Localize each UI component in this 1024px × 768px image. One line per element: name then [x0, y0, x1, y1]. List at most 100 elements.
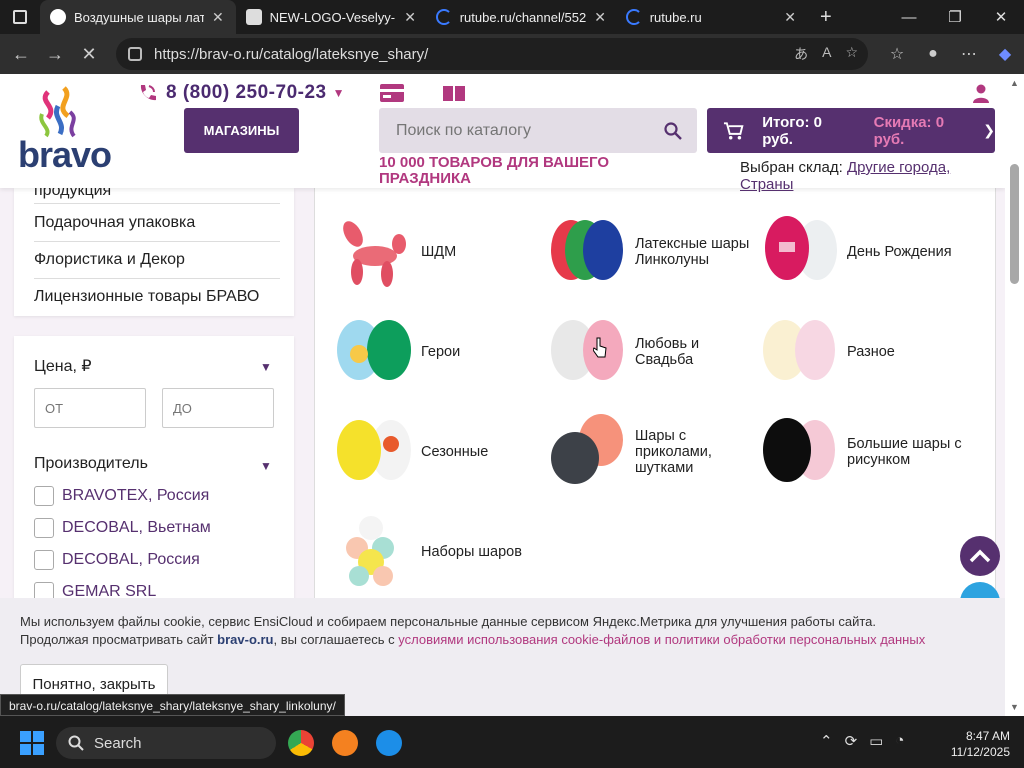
close-icon[interactable]: ✕ — [404, 9, 416, 26]
sync-icon[interactable]: ⟳ — [845, 732, 858, 750]
stop-loading-button[interactable]: ✕ — [72, 37, 106, 71]
maximize-icon[interactable]: ❐ — [932, 0, 978, 34]
close-icon[interactable]: ✕ — [594, 9, 606, 26]
sidebar-item[interactable]: Флористика и Декор — [34, 251, 280, 279]
price-filter-title[interactable]: Цена, ₽ — [34, 356, 92, 376]
loading-icon — [626, 9, 642, 25]
read-aloud-icon[interactable]: A — [822, 44, 831, 64]
scroll-down-icon[interactable]: ▼ — [1010, 702, 1019, 712]
catalog-item[interactable]: День Рождения — [761, 214, 952, 290]
tab-label: rutube.ru — [649, 9, 702, 25]
taskbar-search[interactable]: Search — [56, 727, 276, 759]
checkbox[interactable] — [34, 486, 54, 506]
minimize-icon[interactable]: — — [886, 0, 932, 34]
tab-logo[interactable]: NEW-LOGO-Veselyy-Pra ✕ — [236, 0, 426, 34]
forward-button[interactable]: → — [38, 37, 72, 71]
price-from-input[interactable] — [34, 388, 146, 428]
catalog-item[interactable]: ШДМ — [335, 214, 456, 290]
chevron-down-icon[interactable]: ▼ — [260, 360, 272, 374]
address-bar[interactable]: https://brav-o.ru/catalog/lateksnye_shar… — [116, 38, 868, 70]
card-icon[interactable] — [380, 84, 404, 102]
taskbar-clock[interactable]: 8:47 AM 11/12/2025 — [951, 728, 1010, 760]
windows-start-icon[interactable] — [20, 731, 44, 755]
close-window-icon[interactable]: ✕ — [978, 0, 1024, 34]
phone-block[interactable]: 8 (800) 250-70-23 ▼ — [136, 82, 345, 104]
header-icons — [380, 84, 466, 102]
catalog-book-icon[interactable] — [442, 84, 466, 102]
scroll-up-icon[interactable]: ▲ — [1010, 78, 1019, 88]
manufacturer-option[interactable]: BRAVOTEX, Россия — [34, 486, 209, 506]
search-box — [379, 108, 697, 153]
user-icon[interactable] — [972, 84, 990, 104]
chevron-right-icon: ❯ — [983, 122, 995, 138]
catalog-item[interactable]: Большие шары с рисунком — [761, 414, 967, 490]
catalog-item-label: Сезонные — [421, 444, 489, 460]
tab-bravo[interactable]: Воздушные шары латекс ✕ — [40, 0, 236, 34]
scrollbar-thumb[interactable] — [1010, 164, 1019, 284]
back-button[interactable]: ← — [4, 37, 38, 71]
favorite-star-icon[interactable]: ☆ — [845, 44, 858, 64]
catalog-item[interactable]: Герои — [335, 314, 460, 390]
chevron-up-icon[interactable]: ⌃ — [820, 732, 833, 750]
more-menu-icon[interactable]: ⋯ — [956, 44, 982, 64]
checkbox[interactable] — [34, 518, 54, 538]
sidebar-item[interactable]: Подарочная упаковка — [34, 214, 280, 242]
chevron-down-icon[interactable]: ▼ — [260, 459, 272, 473]
cookie-consent-text: Продолжая просматривать сайт brav-o.ru, … — [20, 632, 925, 647]
cart-button[interactable]: Итого: 0 руб. Скидка: 0 руб. ❯ — [707, 108, 995, 153]
catalog-item[interactable]: Любовь и Свадьба — [549, 314, 715, 390]
catalog-item[interactable]: Шары с приколами, шутками — [549, 414, 725, 490]
cart-discount: Скидка: 0 руб. — [873, 113, 945, 148]
display-icon[interactable]: ▭ — [869, 732, 883, 750]
network-icon[interactable]: ◔ — [895, 732, 904, 750]
search-input[interactable] — [396, 121, 656, 140]
close-icon[interactable]: ✕ — [784, 9, 796, 26]
app-icon[interactable] — [332, 730, 358, 756]
big-balloons-icon — [763, 418, 835, 482]
catalog-item[interactable]: Сезонные — [335, 414, 488, 490]
funny-balloons-icon — [551, 414, 623, 484]
profile-icon[interactable]: ● — [920, 45, 946, 63]
cookie-policy-link[interactable]: условиями использования cookie-файлов и … — [398, 632, 925, 647]
tab-actions-button[interactable] — [0, 0, 40, 34]
catalog-item[interactable]: Разное — [761, 314, 895, 390]
edge-app-icon[interactable] — [376, 730, 402, 756]
copilot-icon[interactable]: ◆ — [992, 44, 1018, 64]
system-tray: ⌃ ⟳ ▭ ◔ — [820, 732, 904, 750]
site-info-icon[interactable] — [128, 47, 142, 61]
phone-number: 8 (800) 250-70-23 — [166, 82, 327, 103]
scroll-to-top-button[interactable] — [960, 536, 1000, 576]
checkbox[interactable] — [34, 550, 54, 570]
chevron-down-icon[interactable]: ▼ — [333, 86, 345, 100]
tab-actions-icon — [13, 10, 27, 24]
cart-total: Итого: 0 руб. — [762, 113, 823, 148]
manufacturer-option[interactable]: DECOBAL, Россия — [34, 550, 200, 570]
logo-text[interactable]: bravo — [18, 134, 112, 176]
page-scrollbar[interactable]: ▲ ▼ — [1005, 74, 1024, 716]
clock-time: 8:47 AM — [965, 729, 1010, 743]
search-icon[interactable] — [664, 121, 682, 140]
sidebar-item[interactable]: Лицензионные товары БРАВО — [34, 288, 280, 312]
new-tab-button[interactable]: + — [820, 6, 832, 29]
window-controls: — ❐ ✕ — [886, 0, 1024, 34]
close-icon[interactable]: ✕ — [212, 9, 224, 26]
tab-rutube-channel[interactable]: rutube.ru/channel/5522 ✕ — [426, 0, 616, 34]
manufacturer-label: BRAVOTEX, Россия — [62, 487, 210, 504]
clock-date: 11/12/2025 — [950, 745, 1010, 759]
browser-actions: ☆ ● ⋯ ◆ — [884, 38, 1018, 70]
catalog-item[interactable]: Наборы шаров — [335, 514, 522, 590]
manufacturer-option[interactable]: DECOBAL, Вьетнам — [34, 518, 211, 538]
chrome-app-icon[interactable] — [288, 730, 314, 756]
translate-icon[interactable]: あ — [794, 44, 808, 64]
catalog-item-label: Шары с приколами, шутками — [635, 428, 712, 476]
catalog-item[interactable]: Латексные шары Линколуны — [549, 214, 755, 290]
loading-icon — [436, 9, 452, 25]
seasonal-balloons-icon — [337, 420, 411, 480]
manufacturer-filter-title[interactable]: Производитель — [34, 455, 148, 473]
stores-button[interactable]: МАГАЗИНЫ — [184, 108, 299, 153]
catalog-item-label: Латексные шары Линколуны — [635, 236, 750, 268]
tab-rutube[interactable]: rutube.ru ✕ — [616, 0, 806, 34]
favorites-icon[interactable]: ☆ — [884, 44, 910, 64]
balloon-dog-icon — [343, 221, 406, 287]
price-to-input[interactable] — [162, 388, 274, 428]
